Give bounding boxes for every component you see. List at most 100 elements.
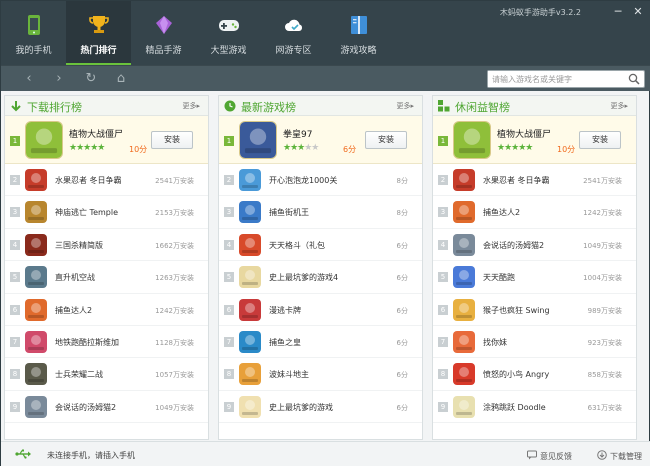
game-name[interactable]: 植物大战僵尸 [69,127,123,140]
game-name[interactable]: 捕鱼达人2 [483,207,520,218]
list-item[interactable]: 2 开心泡泡龙1000关 8分 [219,164,422,197]
game-icon[interactable] [239,363,261,386]
search-input[interactable] [488,71,624,87]
game-icon[interactable] [239,121,277,159]
featured-game[interactable]: 1 拳皇97 ★★★★★ 6分 安装 [219,116,422,164]
game-icon[interactable] [25,233,47,256]
refresh-icon[interactable]: ↻ [83,71,99,87]
game-icon[interactable] [453,266,475,289]
game-icon[interactable] [453,233,475,256]
game-name[interactable]: 三国杀精简版 [55,240,103,251]
feedback-link[interactable]: 意见反馈 [527,450,572,462]
featured-game[interactable]: 1 植物大战僵尸 ★★★★★ 10分 安装 [433,116,636,164]
game-icon[interactable] [25,266,47,289]
game-icon[interactable] [453,363,475,386]
game-icon[interactable] [25,330,47,353]
list-item[interactable]: 2 水果忍者 冬日争霸 2541万安装 [433,164,636,197]
game-icon[interactable] [25,298,47,321]
list-item[interactable]: 2 水果忍者 冬日争霸 2541万安装 [5,164,208,197]
game-name[interactable]: 天天格斗（礼包 [269,240,325,251]
nav-tab-5[interactable]: 游戏攻略 [326,1,391,65]
game-icon[interactable] [453,169,475,191]
game-icon[interactable] [453,395,475,418]
more-link[interactable]: 更多▸ [610,101,628,111]
list-item[interactable]: 4 三国杀精简版 1662万安装 [5,229,208,262]
game-icon[interactable] [239,169,261,191]
game-name[interactable]: 愤怒的小鸟 Angry [483,369,549,380]
nav-tab-0[interactable]: 我的手机 [1,1,66,65]
game-name[interactable]: 捕鱼之皇 [269,337,301,348]
list-item[interactable]: 6 猴子也疯狂 Swing 989万安装 [433,294,636,326]
game-name[interactable]: 地铁跑酷拉斯维加 [55,337,119,348]
download-manager-link[interactable]: 下载管理 [597,450,642,462]
list-item[interactable]: 6 捕鱼达人2 1242万安装 [5,294,208,326]
game-name[interactable]: 拳皇97 [283,127,312,140]
forward-arrow-icon[interactable]: › [51,71,67,87]
game-name[interactable]: 植物大战僵尸 [497,127,551,140]
game-icon[interactable] [239,298,261,321]
list-item[interactable]: 8 士兵荣耀二战 1057万安装 [5,358,208,391]
game-icon[interactable] [239,201,261,224]
list-item[interactable]: 3 神庙逃亡 Temple 2153万安装 [5,196,208,229]
game-name[interactable]: 会说话的汤姆猫2 [55,402,116,413]
game-name[interactable]: 神庙逃亡 Temple [55,207,118,218]
game-name[interactable]: 漫逃卡牌 [269,305,301,316]
install-button[interactable]: 安装 [151,131,193,149]
list-item[interactable]: 4 天天格斗（礼包 6分 [219,229,422,262]
list-item[interactable]: 3 捕鱼达人2 1242万安装 [433,196,636,229]
game-name[interactable]: 水果忍者 冬日争霸 [483,175,550,186]
game-icon[interactable] [453,201,475,224]
list-item[interactable]: 8 波妹斗地主 6分 [219,358,422,391]
minimize-button[interactable]: ─ [611,5,625,19]
game-name[interactable]: 开心泡泡龙1000关 [269,175,337,186]
nav-tab-1[interactable]: 热门排行 [66,1,131,65]
list-item[interactable]: 7 地铁跑酷拉斯维加 1128万安装 [5,326,208,359]
game-icon[interactable] [239,266,261,289]
game-icon[interactable] [25,395,47,418]
close-button[interactable]: ✕ [631,5,645,19]
game-icon[interactable] [25,201,47,224]
install-button[interactable]: 安装 [579,131,621,149]
game-name[interactable]: 水果忍者 冬日争霸 [55,175,122,186]
more-link[interactable]: 更多▸ [182,101,200,111]
game-name[interactable]: 涂鸦跳跃 Doodle [483,402,546,413]
list-item[interactable]: 7 捕鱼之皇 6分 [219,326,422,359]
game-name[interactable]: 波妹斗地主 [269,369,309,380]
game-name[interactable]: 直升机空战 [55,272,95,283]
list-item[interactable]: 4 会说话的汤姆猫2 1049万安装 [433,229,636,262]
game-icon[interactable] [239,233,261,256]
game-name[interactable]: 史上最坑爹的游戏 [269,402,333,413]
game-name[interactable]: 捕鱼街机王 [269,207,309,218]
game-icon[interactable] [453,121,491,159]
game-icon[interactable] [453,298,475,321]
game-icon[interactable] [25,363,47,386]
game-name[interactable]: 史上最坑爹的游戏4 [269,272,338,283]
search-icon[interactable] [628,73,640,85]
install-button[interactable]: 安装 [365,131,407,149]
list-item[interactable]: 7 找你妹 923万安装 [433,326,636,359]
list-item[interactable]: 3 捕鱼街机王 8分 [219,196,422,229]
game-name[interactable]: 猴子也疯狂 Swing [483,305,550,316]
featured-game[interactable]: 1 植物大战僵尸 ★★★★★ 10分 安装 [5,116,208,164]
list-item[interactable]: 8 愤怒的小鸟 Angry 858万安装 [433,358,636,391]
nav-tab-2[interactable]: 精品手游 [131,1,196,65]
list-item[interactable]: 6 漫逃卡牌 6分 [219,294,422,326]
game-name[interactable]: 士兵荣耀二战 [55,369,103,380]
game-name[interactable]: 找你妹 [483,337,507,348]
game-name[interactable]: 天天酷跑 [483,272,515,283]
game-icon[interactable] [239,395,261,418]
game-icon[interactable] [25,169,47,191]
game-icon[interactable] [25,121,63,159]
list-item[interactable]: 5 天天酷跑 1004万安装 [433,261,636,294]
list-item[interactable]: 9 史上最坑爹的游戏 6分 [219,391,422,424]
game-icon[interactable] [239,330,261,353]
game-name[interactable]: 会说话的汤姆猫2 [483,240,544,251]
list-item[interactable]: 5 直升机空战 1263万安装 [5,261,208,294]
more-link[interactable]: 更多▸ [396,101,414,111]
nav-tab-3[interactable]: 大型游戏 [196,1,261,65]
list-item[interactable]: 9 会说话的汤姆猫2 1049万安装 [5,391,208,424]
nav-tab-4[interactable]: 网游专区 [261,1,326,65]
game-name[interactable]: 捕鱼达人2 [55,305,92,316]
home-icon[interactable]: ⌂ [113,71,129,87]
back-arrow-icon[interactable]: ‹ [21,71,37,87]
